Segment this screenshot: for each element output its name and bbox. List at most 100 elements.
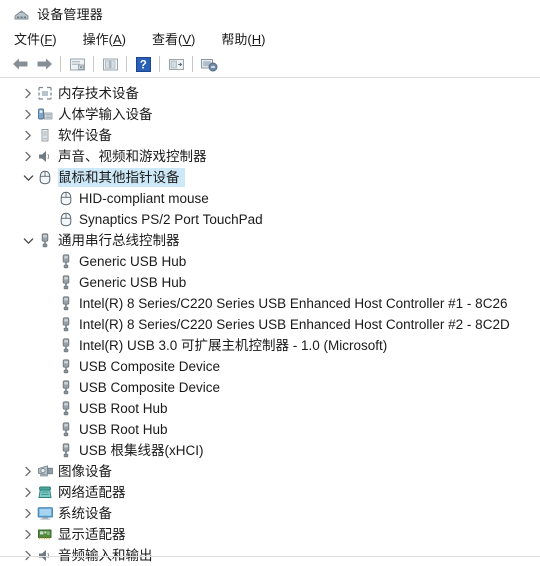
chevron-right-icon[interactable]: [20, 104, 36, 125]
tree-node-usb-root-hub-2[interactable]: USB Root Hub: [0, 419, 540, 440]
update-driver-icon[interactable]: [164, 53, 188, 75]
properties-icon[interactable]: [65, 53, 89, 75]
chevron-right-icon[interactable]: [20, 482, 36, 503]
tree-node-label: Generic USB Hub: [79, 275, 187, 290]
mouse-icon: [57, 211, 75, 229]
usb-icon: [57, 295, 75, 313]
menu-bar: 文件(F) 操作(A) 查看(V) 帮助(H): [0, 26, 540, 51]
tree-node-usb-root-hub-1[interactable]: USB Root Hub: [0, 398, 540, 419]
tree-node-label: 声音、视频和游戏控制器: [58, 149, 207, 164]
tree-node-label-wrap: 鼠标和其他指针设备: [58, 168, 185, 187]
menu-action[interactable]: 操作(A): [83, 29, 126, 48]
tree-node-label-wrap: 通用串行总线控制器: [58, 231, 185, 250]
device-tree[interactable]: 内存技术设备 人体学输入设备 软件设备 声音、视频和游戏控制器 鼠标和其他指针设…: [0, 78, 540, 566]
tree-node-label: Synaptics PS/2 Port TouchPad: [79, 212, 263, 227]
tree-node-label-wrap: USB Composite Device: [79, 357, 225, 376]
tree-node-universal-serial-bus-controllers[interactable]: 通用串行总线控制器: [0, 230, 540, 251]
tree-node-label-wrap: 声音、视频和游戏控制器: [58, 147, 212, 166]
menu-action-mnemonic: A: [112, 32, 122, 47]
status-bar-divider: [0, 556, 540, 557]
chevron-right-icon[interactable]: [20, 83, 36, 104]
tree-node-label-wrap: 显示适配器: [58, 525, 131, 544]
menu-help-tail: ): [261, 32, 266, 47]
tree-node-label-wrap: USB Composite Device: [79, 378, 225, 397]
chevron-right-icon[interactable]: [20, 461, 36, 482]
chevron-down-icon[interactable]: [20, 230, 36, 251]
speaker-icon: [36, 148, 54, 166]
menu-file-tail: ): [52, 32, 57, 47]
tree-node-system-devices[interactable]: 系统设备: [0, 503, 540, 524]
chevron-right-icon[interactable]: [20, 146, 36, 167]
tree-node-label: 图像设备: [58, 464, 112, 479]
menu-file[interactable]: 文件(F): [14, 29, 57, 48]
tree-node-label-wrap: USB Root Hub: [79, 399, 173, 418]
menu-help-mnemonic: H: [251, 32, 262, 47]
tree-node-label: USB 根集线器(xHCI): [79, 443, 204, 458]
usb-icon: [57, 274, 75, 292]
tree-node-memory-technology[interactable]: 内存技术设备: [0, 83, 540, 104]
tree-node-generic-usb-hub-2[interactable]: Generic USB Hub: [0, 272, 540, 293]
help-icon[interactable]: ?: [131, 53, 155, 75]
tree-node-label: 显示适配器: [58, 527, 126, 542]
toolbar-separator: [93, 56, 94, 72]
tree-node-label-wrap: 系统设备: [58, 504, 117, 523]
tree-node-intel-ehci-2[interactable]: Intel(R) 8 Series/C220 Series USB Enhanc…: [0, 314, 540, 335]
menu-view-tail: ): [191, 32, 196, 47]
tree-node-label: 系统设备: [58, 506, 112, 521]
tree-node-label-wrap: 软件设备: [58, 126, 117, 145]
toolbar-separator: [60, 56, 61, 72]
tree-node-synaptics-touchpad[interactable]: Synaptics PS/2 Port TouchPad: [0, 209, 540, 230]
scan-hardware-changes-icon[interactable]: [98, 53, 122, 75]
chevron-right-icon[interactable]: [20, 125, 36, 146]
tree-node-label: USB Composite Device: [79, 359, 221, 374]
forward-arrow-icon[interactable]: [32, 53, 56, 75]
menu-help-label: 帮助(: [221, 32, 252, 47]
menu-help[interactable]: 帮助(H): [221, 29, 265, 48]
window-title: 设备管理器: [37, 6, 104, 22]
tree-node-usb-composite-device-1[interactable]: USB Composite Device: [0, 356, 540, 377]
tree-node-label: Generic USB Hub: [79, 254, 187, 269]
menu-action-label: 操作(: [82, 32, 113, 47]
device-manager-icon: [13, 6, 30, 21]
chevron-down-icon[interactable]: [20, 167, 36, 188]
toolbar-separator: [192, 56, 193, 72]
tree-node-mice-and-pointing-devices[interactable]: 鼠标和其他指针设备: [0, 167, 540, 188]
menu-file-label: 文件(: [14, 32, 45, 47]
usb-icon: [57, 316, 75, 334]
tree-node-intel-usb3-xhci[interactable]: Intel(R) USB 3.0 可扩展主机控制器 - 1.0 (Microso…: [0, 335, 540, 356]
tree-node-software-devices[interactable]: 软件设备: [0, 125, 540, 146]
mouse-icon: [36, 169, 54, 187]
usb-icon: [57, 442, 75, 460]
tree-node-label-wrap: 人体学输入设备: [58, 105, 158, 124]
disable-device-icon[interactable]: [197, 53, 221, 75]
title-bar: 设备管理器: [0, 0, 540, 26]
back-arrow-icon[interactable]: [8, 53, 32, 75]
tree-node-intel-ehci-1[interactable]: Intel(R) 8 Series/C220 Series USB Enhanc…: [0, 293, 540, 314]
usb-icon: [57, 358, 75, 376]
display-adapter-icon: [36, 526, 54, 544]
tree-node-label-wrap: 图像设备: [58, 462, 117, 481]
hid-input-icon: [36, 106, 54, 124]
menu-action-tail: ): [121, 32, 126, 47]
usb-icon: [57, 253, 75, 271]
tree-node-label-wrap: Generic USB Hub: [79, 252, 191, 271]
tree-node-sound-video-game-controllers[interactable]: 声音、视频和游戏控制器: [0, 146, 540, 167]
tree-node-label: 内存技术设备: [58, 86, 139, 101]
tree-node-hid-input[interactable]: 人体学输入设备: [0, 104, 540, 125]
tree-node-label: Intel(R) 8 Series/C220 Series USB Enhanc…: [79, 317, 510, 332]
tree-node-display-adapters[interactable]: 显示适配器: [0, 524, 540, 545]
tree-node-label-wrap: Generic USB Hub: [79, 273, 191, 292]
menu-view[interactable]: 查看(V): [152, 29, 195, 48]
tree-node-label-wrap: Intel(R) 8 Series/C220 Series USB Enhanc…: [79, 315, 515, 334]
tree-node-usb-composite-device-2[interactable]: USB Composite Device: [0, 377, 540, 398]
tree-node-imaging-devices[interactable]: 图像设备: [0, 461, 540, 482]
memory-technology-icon: [36, 85, 54, 103]
camera-icon: [36, 463, 54, 481]
tree-node-hid-compliant-mouse[interactable]: HID-compliant mouse: [0, 188, 540, 209]
tree-node-usb-root-hub-xhci[interactable]: USB 根集线器(xHCI): [0, 440, 540, 461]
tree-node-generic-usb-hub-1[interactable]: Generic USB Hub: [0, 251, 540, 272]
chevron-right-icon[interactable]: [20, 524, 36, 545]
chevron-right-icon[interactable]: [20, 503, 36, 524]
tree-node-label: 人体学输入设备: [58, 107, 153, 122]
tree-node-network-adapters[interactable]: 网络适配器: [0, 482, 540, 503]
